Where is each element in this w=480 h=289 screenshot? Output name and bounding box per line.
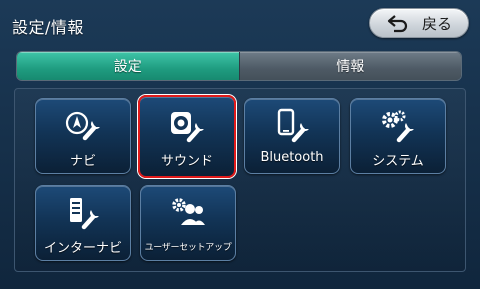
- screen-title: 設定/情報: [12, 18, 84, 37]
- phone-wrench-icon: [277, 108, 309, 143]
- tab-info[interactable]: 情報: [238, 52, 461, 80]
- back-button[interactable]: 戻る: [369, 8, 469, 38]
- menu-button-system[interactable]: システム: [350, 98, 446, 174]
- back-arrow-icon: [387, 15, 408, 33]
- speaker-wrench-icon: [171, 112, 204, 143]
- menu-label-internavi: インターナビ: [43, 241, 122, 256]
- menu-button-user-setup[interactable]: ユーザーセットアップ: [140, 185, 236, 261]
- tab-bar: 設定 情報: [16, 51, 462, 81]
- gears-wrench-icon: [382, 110, 414, 143]
- menu-label-system: システム: [372, 154, 424, 169]
- settings-menu-panel: ナビ サウンド Bluetooth システム インターナビ ユーザーセットアップ: [14, 88, 466, 272]
- menu-button-bluetooth[interactable]: Bluetooth: [244, 98, 340, 174]
- header-bar: 設定/情報 戻る: [0, 0, 480, 50]
- menu-label-user-setup: ユーザーセットアップ: [144, 243, 232, 253]
- users-gear-icon: [172, 198, 205, 225]
- back-button-label: 戻る: [421, 14, 452, 33]
- menu-button-sound[interactable]: サウンド: [138, 95, 236, 178]
- navi-wrench-icon: [65, 111, 100, 141]
- menu-button-navi[interactable]: ナビ: [35, 98, 131, 174]
- menu-button-internavi[interactable]: インターナビ: [35, 185, 131, 261]
- internavi-wrench-icon: [70, 198, 99, 230]
- menu-label-navi: ナビ: [69, 154, 96, 169]
- menu-label-sound: サウンド: [160, 154, 213, 169]
- tab-settings[interactable]: 設定: [17, 52, 239, 80]
- menu-label-bluetooth: Bluetooth: [260, 150, 324, 165]
